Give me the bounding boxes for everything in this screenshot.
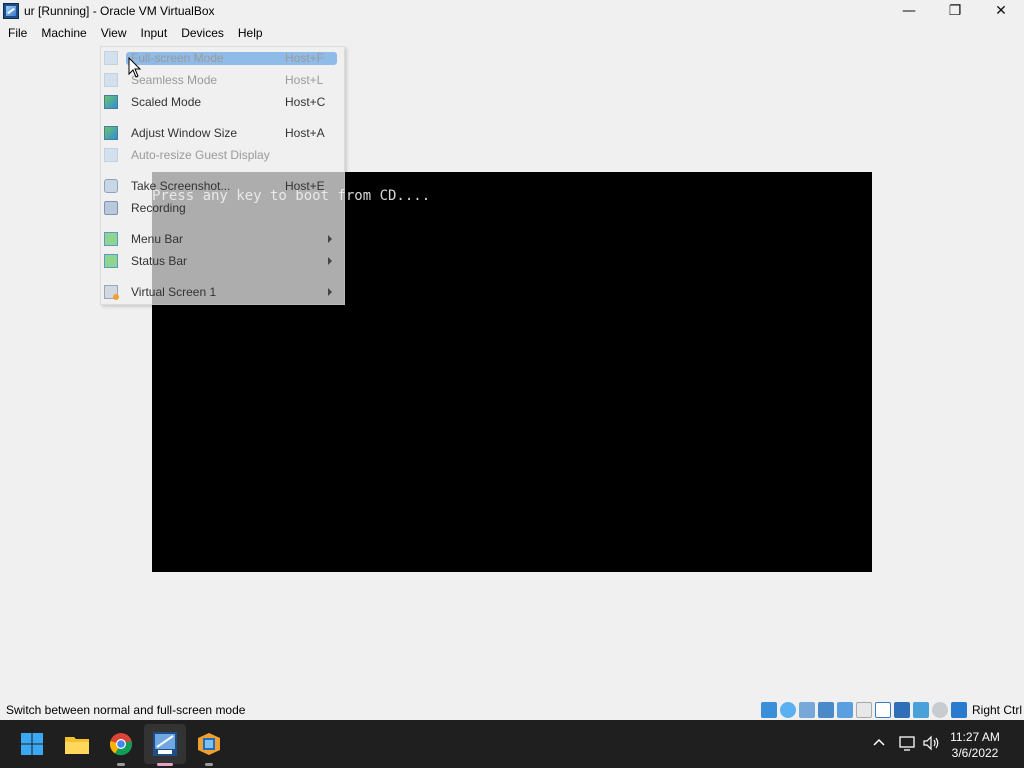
host-key-label: Right Ctrl xyxy=(971,703,1022,717)
menu-item-shortcut: Host+F xyxy=(285,51,325,65)
menu-item-auto-resize[interactable]: Auto-resize Guest Display xyxy=(101,145,344,165)
menu-item-scaled-mode[interactable]: Scaled Mode Host+C xyxy=(101,92,344,112)
shared-folders-icon[interactable] xyxy=(855,702,872,718)
menu-item-label: Full-screen Mode xyxy=(131,51,224,65)
menu-help[interactable]: Help xyxy=(231,23,270,43)
file-explorer-icon xyxy=(65,737,89,754)
view-menu-dropdown: Full-screen Mode Host+F Seamless Mode Ho… xyxy=(100,46,345,305)
taskbar-chrome[interactable] xyxy=(105,728,137,766)
camera-icon xyxy=(104,179,118,193)
menu-item-label: Recording xyxy=(131,201,186,215)
taskbar-virtualbox-manager[interactable] xyxy=(193,728,225,766)
status-message: Switch between normal and full-screen mo… xyxy=(6,703,246,717)
submenu-arrow-icon xyxy=(328,257,332,265)
menu-item-shortcut: Host+L xyxy=(285,73,324,87)
status-bar-icon xyxy=(104,254,118,268)
running-indicator xyxy=(205,763,213,766)
mouse-integration-icon[interactable] xyxy=(931,702,948,718)
auto-resize-icon xyxy=(104,148,118,162)
menu-item-shortcut: Host+C xyxy=(285,95,326,109)
menu-item-menu-bar[interactable]: Menu Bar xyxy=(101,229,344,249)
clock-time: 11:27 AM xyxy=(950,730,1000,744)
fullscreen-icon xyxy=(104,51,118,65)
status-indicators: Right Ctrl xyxy=(760,701,1022,719)
start-icon xyxy=(21,733,43,755)
menu-item-status-bar[interactable]: Status Bar xyxy=(101,251,344,271)
start-button[interactable] xyxy=(16,728,48,760)
submenu-arrow-icon xyxy=(328,235,332,243)
menu-view[interactable]: View xyxy=(94,23,134,43)
menu-bar: File Machine View Input Devices Help xyxy=(0,23,270,43)
recording-status-icon[interactable] xyxy=(893,702,910,718)
tray-clock[interactable]: 11:27 AM 3/6/2022 xyxy=(945,729,1005,761)
scaled-icon xyxy=(104,95,118,109)
menu-bar-icon xyxy=(104,232,118,246)
keyboard-capture-icon[interactable] xyxy=(950,702,967,718)
cpu-icon[interactable] xyxy=(912,702,929,718)
adjust-window-icon xyxy=(104,126,118,140)
menu-devices[interactable]: Devices xyxy=(174,23,231,43)
title-bar: ur [Running] - Oracle VM VirtualBox — ❐ … xyxy=(0,0,1024,22)
optical-drive-icon[interactable] xyxy=(779,702,796,718)
virtualbox-app-icon xyxy=(3,3,19,19)
menu-item-label: Menu Bar xyxy=(131,232,184,246)
menu-item-label: Status Bar xyxy=(131,254,188,268)
menu-item-label: Take Screenshot... xyxy=(131,179,231,193)
network-icon[interactable] xyxy=(817,702,834,718)
clock-date: 3/6/2022 xyxy=(951,746,999,760)
taskbar-file-explorer[interactable] xyxy=(61,728,93,760)
recording-icon xyxy=(104,201,118,215)
hard-disk-icon[interactable] xyxy=(760,702,777,718)
active-indicator xyxy=(157,763,173,766)
mouse-cursor-icon xyxy=(128,57,142,78)
virtualbox-manager-icon xyxy=(198,733,220,755)
display-icon[interactable] xyxy=(874,702,891,718)
virtualbox-vm-icon xyxy=(153,732,177,756)
menu-input[interactable]: Input xyxy=(134,23,175,43)
menu-item-recording[interactable]: Recording xyxy=(101,198,344,218)
menu-item-take-screenshot[interactable]: Take Screenshot... Host+E xyxy=(101,176,344,196)
menu-item-label: Virtual Screen 1 xyxy=(131,285,217,299)
window-controls: — ❐ ✕ xyxy=(886,0,1024,22)
menu-file[interactable]: File xyxy=(0,23,34,43)
window-title: ur [Running] - Oracle VM VirtualBox xyxy=(24,4,215,18)
taskbar-virtualbox-vm[interactable] xyxy=(149,728,181,766)
restore-button[interactable]: ❐ xyxy=(932,0,978,22)
tray-overflow-chevron-icon[interactable] xyxy=(873,735,885,751)
seamless-icon xyxy=(104,73,118,87)
taskbar: 11:27 AM 3/6/2022 xyxy=(0,720,1024,768)
menu-item-adjust-window-size[interactable]: Adjust Window Size Host+A xyxy=(101,123,344,143)
chrome-icon xyxy=(109,733,133,756)
audio-icon[interactable] xyxy=(798,702,815,718)
running-indicator xyxy=(117,763,125,766)
virtual-screen-icon xyxy=(104,285,119,300)
volume-tray-icon[interactable] xyxy=(922,734,940,756)
menu-item-label: Scaled Mode xyxy=(131,95,202,109)
close-button[interactable]: ✕ xyxy=(978,0,1024,22)
menu-item-shortcut: Host+E xyxy=(285,179,325,193)
menu-item-label: Seamless Mode xyxy=(131,73,218,87)
minimize-button[interactable]: — xyxy=(886,0,932,22)
network-tray-icon[interactable] xyxy=(898,734,916,756)
usb-icon[interactable] xyxy=(836,702,853,718)
menu-item-shortcut: Host+A xyxy=(285,126,325,140)
menu-item-label: Auto-resize Guest Display xyxy=(131,148,270,162)
menu-machine[interactable]: Machine xyxy=(34,23,93,43)
submenu-arrow-icon xyxy=(328,288,332,296)
menu-item-virtual-screen-1[interactable]: Virtual Screen 1 xyxy=(101,282,344,302)
menu-item-label: Adjust Window Size xyxy=(131,126,238,140)
